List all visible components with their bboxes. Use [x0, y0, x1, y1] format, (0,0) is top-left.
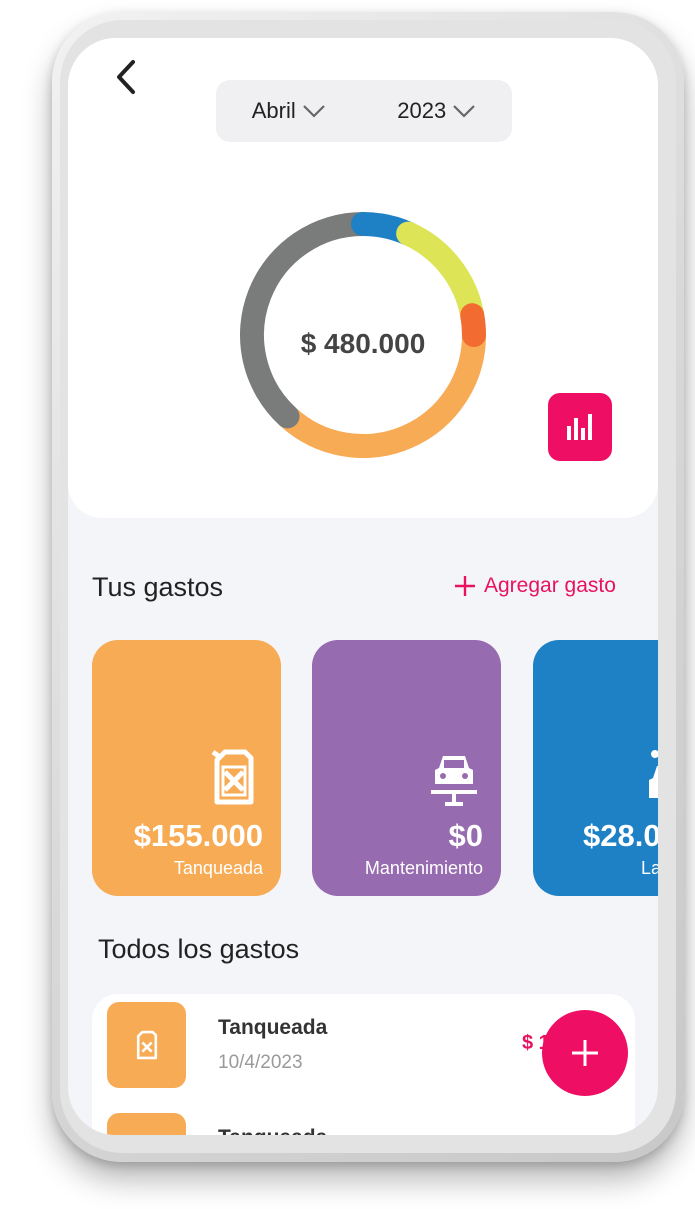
- category-amount: $0: [448, 818, 483, 853]
- chevron-down-icon: [302, 105, 325, 118]
- donut-segment: [240, 212, 375, 429]
- fuel-can-icon: [211, 749, 254, 805]
- category-card-lavada[interactable]: $28.000 Lavada: [533, 640, 658, 896]
- category-amount: $155.000: [133, 818, 263, 853]
- plus-icon: [455, 576, 475, 596]
- statistics-button[interactable]: [548, 393, 612, 461]
- month-dropdown[interactable]: Abril: [252, 98, 326, 124]
- category-name: Mantenimiento: [364, 858, 483, 878]
- app-screen: Abril 2023 $ 480.000 Tus gastos Agregar …: [68, 38, 658, 1135]
- list-item-date: 10/4/2023: [218, 1052, 303, 1073]
- list-item-icon: [107, 1002, 186, 1088]
- list-item-title: Tanqueada: [218, 1016, 328, 1039]
- all-expenses-title: Todos los gastos: [98, 934, 300, 964]
- back-button[interactable]: [108, 56, 144, 98]
- year-dropdown[interactable]: 2023: [397, 98, 476, 124]
- chevron-down-icon: [453, 105, 476, 118]
- category-amount: $28.000: [583, 818, 658, 853]
- period-selector: Abril 2023: [216, 80, 512, 142]
- car-lift-icon: [431, 756, 477, 806]
- add-expense-label: Agregar gasto: [484, 574, 616, 597]
- expenses-section-title: Tus gastos: [92, 572, 224, 602]
- list-item-title: Tanqueada: [218, 1126, 327, 1135]
- donut-segment: [396, 221, 485, 328]
- category-card-tanqueada[interactable]: $155.000 Tanqueada: [92, 640, 281, 896]
- car-wash-icon: [649, 750, 658, 798]
- fuel-can-icon: [136, 1030, 157, 1060]
- category-card-mantenimiento[interactable]: $0 Mantenimiento: [312, 640, 501, 896]
- month-value: Abril: [251, 98, 296, 123]
- total-amount: $ 480.000: [300, 328, 426, 359]
- category-name: Lavada: [641, 858, 658, 878]
- chevron-left-icon: [117, 60, 135, 94]
- add-expense-link[interactable]: Agregar gasto: [454, 574, 616, 598]
- category-name: Tanqueada: [173, 858, 263, 878]
- year-value: 2023: [397, 98, 447, 123]
- bar-chart-icon: [567, 414, 592, 440]
- summary-panel: Abril 2023 $ 480.000: [68, 38, 658, 518]
- plus-icon: [572, 1040, 598, 1066]
- add-expense-fab[interactable]: [542, 1010, 628, 1096]
- list-item-icon: [107, 1113, 186, 1135]
